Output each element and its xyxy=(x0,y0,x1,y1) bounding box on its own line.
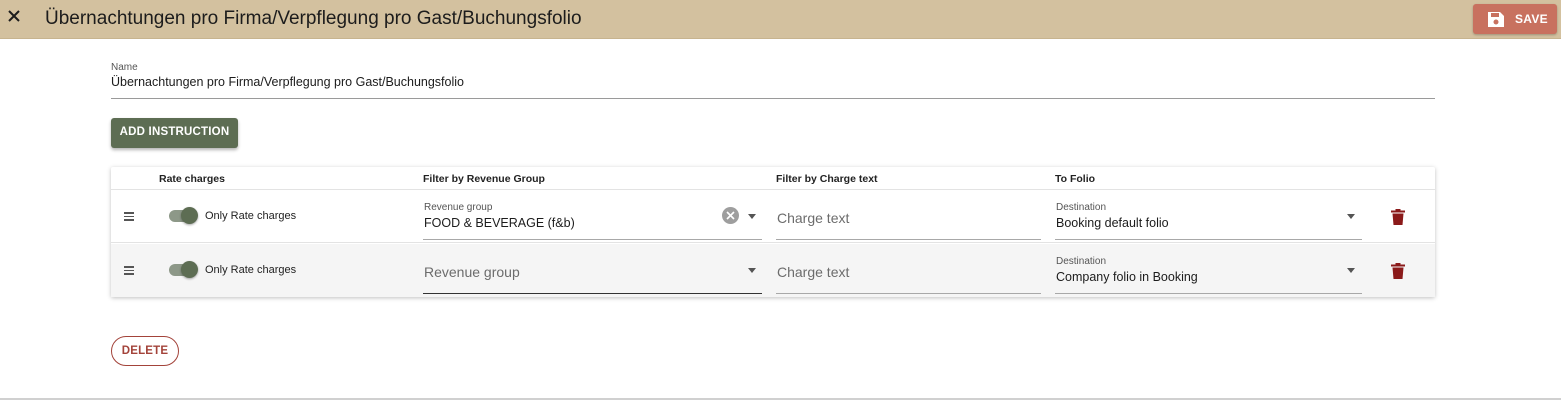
only-rate-charges-toggle[interactable] xyxy=(169,261,199,279)
drag-handle-icon[interactable] xyxy=(124,266,134,275)
save-button[interactable]: SAVE xyxy=(1473,4,1557,34)
column-header-revenue-group: Filter by Revenue Group xyxy=(423,173,545,185)
trash-icon[interactable] xyxy=(1391,263,1405,279)
revenue-group-placeholder: Revenue group xyxy=(424,264,520,280)
delete-button[interactable]: DELETE xyxy=(111,336,179,366)
instructions-table: Rate charges Filter by Revenue Group Fil… xyxy=(111,167,1435,297)
toggle-label: Only Rate charges xyxy=(205,210,297,222)
revenue-group-value: FOOD & BEVERAGE (f&b) xyxy=(424,216,575,230)
toggle-label: Only Rate charges xyxy=(205,264,297,276)
add-instruction-label: ADD INSTRUCTION xyxy=(119,126,230,138)
destination-select[interactable]: Destination Booking default folio xyxy=(1055,190,1362,240)
charge-text-input[interactable]: Charge text xyxy=(776,244,1041,294)
charge-text-input[interactable]: Charge text xyxy=(776,190,1041,240)
revenue-group-select[interactable]: Revenue group FOOD & BEVERAGE (f&b) xyxy=(423,190,762,240)
column-header-rate-charges: Rate charges xyxy=(159,173,225,185)
charge-text-placeholder: Charge text xyxy=(777,264,850,280)
table-header: Rate charges Filter by Revenue Group Fil… xyxy=(111,167,1435,190)
top-bar: Übernachtungen pro Firma/Verpflegung pro… xyxy=(0,0,1561,39)
revenue-group-select[interactable]: Revenue group xyxy=(423,244,762,294)
column-header-to-folio: To Folio xyxy=(1055,173,1096,185)
name-input-value[interactable]: Übernachtungen pro Firma/Verpflegung pro… xyxy=(111,75,464,89)
chevron-down-icon[interactable] xyxy=(1347,214,1355,219)
chevron-down-icon[interactable] xyxy=(748,268,756,273)
delete-label: DELETE xyxy=(121,345,169,357)
only-rate-charges-toggle[interactable] xyxy=(169,207,199,225)
chevron-down-icon[interactable] xyxy=(1347,268,1355,273)
save-label: SAVE xyxy=(1515,12,1548,26)
destination-value: Company folio in Booking xyxy=(1056,270,1198,284)
floppy-disk-icon xyxy=(1488,12,1504,27)
destination-select[interactable]: Destination Company folio in Booking xyxy=(1055,244,1362,294)
destination-label: Destination xyxy=(1056,256,1107,267)
clear-icon[interactable] xyxy=(722,207,739,224)
name-field[interactable]: Name Übernachtungen pro Firma/Verpflegun… xyxy=(111,60,1435,99)
column-header-charge-text: Filter by Charge text xyxy=(776,173,878,185)
table-row: Only Rate charges Revenue group Charge t… xyxy=(111,244,1435,297)
close-button[interactable] xyxy=(4,6,30,32)
trash-icon[interactable] xyxy=(1391,209,1405,225)
close-icon xyxy=(8,10,20,22)
drag-handle-icon[interactable] xyxy=(124,212,134,221)
revenue-group-label: Revenue group xyxy=(424,202,493,213)
charge-text-placeholder: Charge text xyxy=(777,210,850,226)
name-label: Name xyxy=(111,62,138,73)
table-row: Only Rate charges Revenue group FOOD & B… xyxy=(111,190,1435,243)
page-title: Übernachtungen pro Firma/Verpflegung pro… xyxy=(45,8,582,29)
destination-label: Destination xyxy=(1056,202,1107,213)
chevron-down-icon[interactable] xyxy=(748,214,756,219)
destination-value: Booking default folio xyxy=(1056,216,1169,230)
add-instruction-button[interactable]: ADD INSTRUCTION xyxy=(111,118,238,148)
